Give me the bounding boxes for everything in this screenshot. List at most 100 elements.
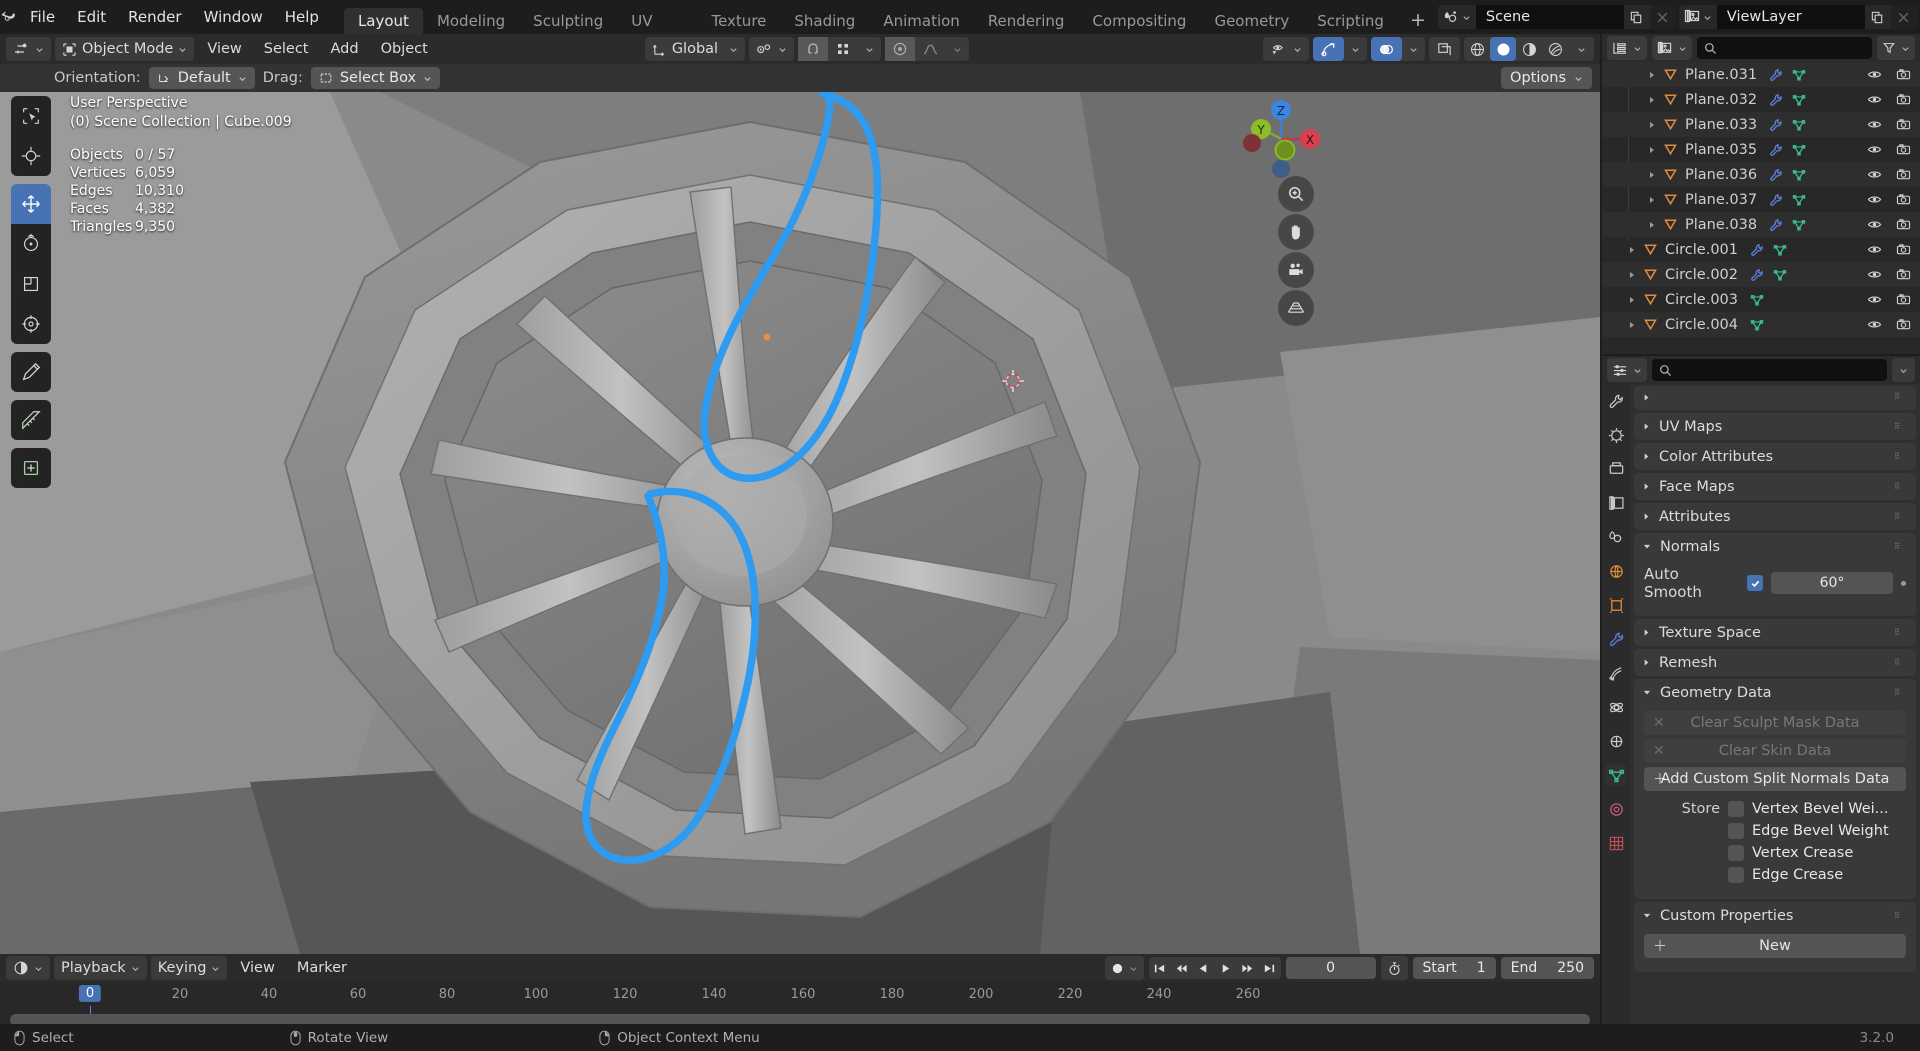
snap-options-dropdown[interactable]: [858, 37, 881, 61]
panel-drag-grip[interactable]: ⠿: [1894, 393, 1908, 401]
current-frame-field[interactable]: 0: [1285, 957, 1376, 979]
outliner-row-circle-001[interactable]: Circle.001: [1602, 237, 1920, 262]
menu-help[interactable]: Help: [274, 0, 330, 34]
scene-unlink-button[interactable]: [1649, 5, 1676, 29]
disclosure-triangle-icon[interactable]: [1644, 146, 1660, 154]
disclosure-triangle-icon[interactable]: [1644, 121, 1660, 129]
edge-crease-checkbox[interactable]: [1728, 867, 1744, 883]
outliner-search-input[interactable]: [1697, 37, 1872, 59]
scene-new-button[interactable]: [1623, 5, 1650, 29]
object-visibility-button[interactable]: [1263, 37, 1309, 61]
tab-particles[interactable]: [1605, 662, 1627, 684]
outliner-row-plane-033[interactable]: Plane.033: [1602, 112, 1920, 137]
outliner-row-plane-035[interactable]: Plane.035: [1602, 137, 1920, 162]
panel-color-attributes-header[interactable]: Color Attributes ⠿: [1634, 443, 1916, 470]
tab-rendering[interactable]: Rendering: [974, 8, 1079, 34]
panel-uv-maps[interactable]: UV Maps ⠿: [1634, 413, 1916, 440]
panel-drag-grip[interactable]: ⠿: [1894, 452, 1908, 460]
snap-toggle-button[interactable]: [798, 37, 829, 61]
timeline-editor-type-button[interactable]: [6, 956, 50, 980]
properties-editor-type-button[interactable]: [1607, 358, 1647, 382]
outliner-row-plane-031[interactable]: Plane.031: [1602, 62, 1920, 87]
tool-add-cube[interactable]: [11, 448, 51, 488]
panel-remesh-header[interactable]: Remesh ⠿: [1634, 649, 1916, 676]
zoom-view-button[interactable]: [1278, 176, 1314, 212]
tab-modifier[interactable]: [1605, 628, 1627, 650]
use-preview-range-button[interactable]: [1380, 956, 1408, 980]
viewport-menu-add[interactable]: Add: [322, 37, 368, 61]
outliner-editor-type-button[interactable]: [1607, 36, 1647, 60]
shading-options-dropdown[interactable]: [1568, 37, 1594, 61]
orientation-dropdown[interactable]: Default: [148, 67, 255, 89]
viewlayer-new-button[interactable]: [1864, 5, 1891, 29]
tab-sculpting[interactable]: Sculpting: [519, 8, 617, 34]
tab-scene[interactable]: [1605, 526, 1627, 548]
tab-view-layer[interactable]: [1605, 492, 1627, 514]
play-reverse-button[interactable]: [1193, 957, 1215, 979]
outliner-tree[interactable]: Plane.031 Plane.032 Plane.033 Plane.035 …: [1602, 62, 1920, 354]
panel-drag-grip[interactable]: ⠿: [1894, 512, 1908, 520]
panel-drag-grip[interactable]: ⠿: [1894, 688, 1908, 696]
tab-constraints[interactable]: [1605, 730, 1627, 752]
tab-output[interactable]: [1605, 458, 1627, 480]
prev-keyframe-button[interactable]: [1171, 957, 1193, 979]
viewport-menu-select[interactable]: Select: [255, 37, 318, 61]
pan-view-button[interactable]: [1278, 214, 1314, 250]
panel-drag-grip[interactable]: ⠿: [1894, 482, 1908, 490]
menu-window[interactable]: Window: [193, 0, 274, 34]
shading-wireframe-button[interactable]: [1464, 37, 1490, 61]
tab-physics[interactable]: [1605, 696, 1627, 718]
viewport-3d[interactable]: User Perspective (0) Scene Collection | …: [0, 92, 1600, 954]
viewlayer-browse-button[interactable]: [1678, 5, 1717, 29]
properties-options-dropdown[interactable]: [1892, 358, 1915, 382]
panel-geometry-data-header[interactable]: Geometry Data ⠿: [1634, 679, 1916, 706]
tool-scale[interactable]: [11, 264, 51, 304]
auto-smooth-angle-field[interactable]: 60°: [1771, 572, 1893, 594]
outliner-row-plane-036[interactable]: Plane.036: [1602, 162, 1920, 187]
play-button[interactable]: [1215, 957, 1237, 979]
tab-layout[interactable]: Layout: [343, 8, 423, 34]
scene-browse-button[interactable]: [1437, 5, 1476, 29]
new-custom-property-button[interactable]: ＋ New: [1644, 934, 1906, 958]
panel-drag-grip[interactable]: ⠿: [1894, 658, 1908, 666]
panel-drag-grip[interactable]: ⠿: [1894, 422, 1908, 430]
vertex-crease-checkbox[interactable]: [1728, 845, 1744, 861]
panel-attributes[interactable]: Attributes ⠿: [1634, 503, 1916, 530]
tab-animation[interactable]: Animation: [869, 8, 973, 34]
outliner-row-circle-002[interactable]: Circle.002: [1602, 262, 1920, 287]
panel-normals-header[interactable]: Normals ⠿: [1634, 533, 1916, 560]
panel-texture-space-header[interactable]: Texture Space ⠿: [1634, 619, 1916, 646]
edge-bevel-weight-checkbox[interactable]: [1728, 823, 1744, 839]
viewlayer-remove-button[interactable]: [1890, 5, 1917, 29]
outliner-row-plane-038[interactable]: Plane.038: [1602, 212, 1920, 237]
panel-custom-properties[interactable]: Custom Properties ⠿ ＋ New: [1634, 902, 1916, 972]
disclosure-triangle-icon[interactable]: [1624, 296, 1640, 304]
camera-view-button[interactable]: [1278, 252, 1314, 288]
shading-solid-button[interactable]: [1490, 37, 1516, 61]
tool-move[interactable]: [11, 184, 51, 224]
menu-render[interactable]: Render: [117, 0, 192, 34]
tab-object-data[interactable]: [1605, 764, 1627, 786]
scene-name-field[interactable]: Scene: [1475, 5, 1624, 29]
tab-texture-paint[interactable]: Texture Paint: [697, 8, 780, 56]
jump-to-end-button[interactable]: [1259, 957, 1281, 979]
tab-object[interactable]: [1605, 594, 1627, 616]
outliner-row-plane-032[interactable]: Plane.032: [1602, 87, 1920, 112]
menu-edit[interactable]: Edit: [66, 0, 117, 34]
panel-attributes-header[interactable]: Attributes ⠿: [1634, 503, 1916, 530]
timeline-scrubbing-area[interactable]: 0 20 40 60 80 100 120 140 160 180 200 22…: [0, 982, 1600, 1026]
viewlayer-name-field[interactable]: ViewLayer: [1716, 5, 1865, 29]
tool-rotate[interactable]: [11, 224, 51, 264]
next-keyframe-button[interactable]: [1237, 957, 1259, 979]
interaction-mode-selector[interactable]: Object Mode: [55, 37, 195, 61]
drag-dropdown[interactable]: Select Box: [310, 67, 441, 89]
snapping-target-selector[interactable]: [749, 37, 795, 61]
tab-uv-editing[interactable]: UV Editing: [617, 8, 697, 56]
disclosure-triangle-icon[interactable]: [1644, 71, 1660, 79]
tab-geometry-nodes[interactable]: Geometry Nodes: [1200, 8, 1303, 56]
transform-orientation-selector[interactable]: Global: [644, 37, 746, 61]
editor-type-button[interactable]: [6, 37, 51, 61]
panel-partial-header[interactable]: ⠿: [1634, 386, 1916, 408]
tool-select-box[interactable]: [11, 96, 51, 136]
xray-toggle-button[interactable]: [1429, 37, 1460, 61]
